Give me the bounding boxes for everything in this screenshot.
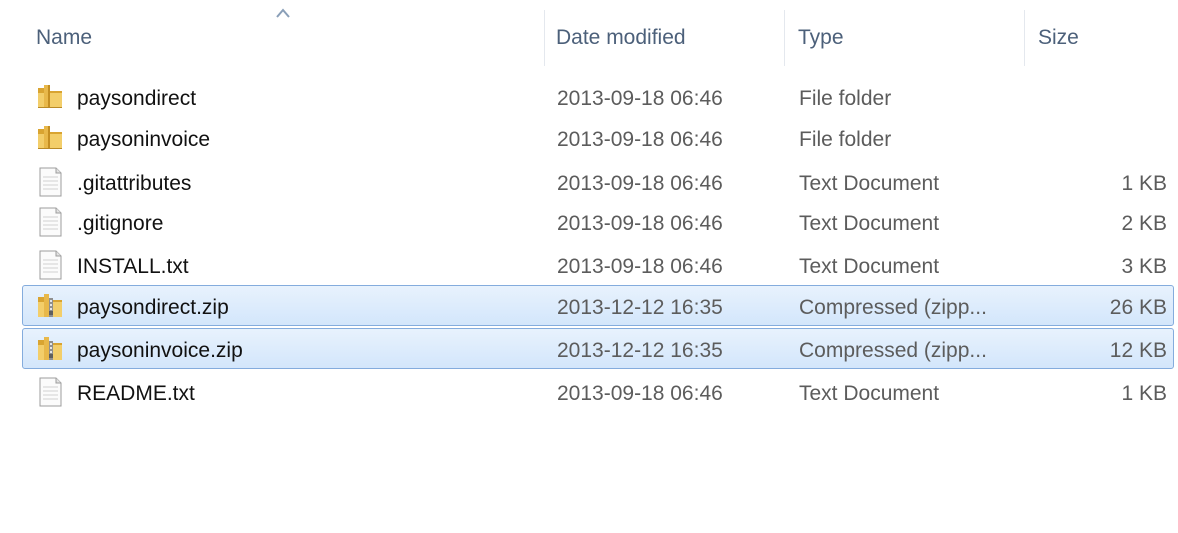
file-date-modified: 2013-09-18 06:46 <box>557 382 723 405</box>
file-size: 1 KB <box>1121 382 1167 405</box>
text-document-icon <box>35 376 65 408</box>
file-size: 2 KB <box>1121 212 1167 235</box>
folder-icon <box>35 81 65 113</box>
zip-folder-icon <box>35 333 65 365</box>
file-type: Text Document <box>799 382 940 405</box>
file-type: File folder <box>799 128 892 151</box>
file-size: 3 KB <box>1121 255 1167 278</box>
file-name: .gitignore <box>77 212 164 235</box>
file-row[interactable]: paysondirect 2013-09-18 06:46 File folder <box>22 76 1174 117</box>
file-name: .gitattributes <box>77 172 192 195</box>
file-date-modified: 2013-09-18 06:46 <box>557 128 723 151</box>
file-name: INSTALL.txt <box>77 255 189 278</box>
column-header-size[interactable]: Size <box>1038 0 1079 74</box>
file-type: Text Document <box>799 255 940 278</box>
file-row[interactable]: .gitignore 2013-09-18 06:46 Text Document 2… <box>22 201 1174 242</box>
file-date-modified: 2013-09-18 06:46 <box>557 255 723 278</box>
file-size: 1 KB <box>1121 172 1167 195</box>
column-header-date-modified[interactable]: Date modified <box>556 0 686 74</box>
zip-folder-icon <box>35 290 65 322</box>
file-type: Text Document <box>799 172 940 195</box>
file-row[interactable]: paysoninvoice.zip 2013-12-12 16:35 Compres… <box>22 328 1174 369</box>
file-name: paysondirect.zip <box>77 296 229 319</box>
file-type: File folder <box>799 87 892 110</box>
file-type: Compressed (zipp... <box>799 339 987 362</box>
file-name: paysondirect <box>77 87 197 110</box>
file-date-modified: 2013-09-18 06:46 <box>557 212 723 235</box>
file-size: 26 KB <box>1109 296 1167 319</box>
folder-icon <box>35 122 65 154</box>
file-row[interactable]: paysondirect.zip 2013-12-12 16:35 Compress… <box>22 285 1174 326</box>
column-header-bar: Name Date modified Type Size <box>0 0 1178 74</box>
file-size: 12 KB <box>1109 339 1167 362</box>
file-name: paysoninvoice <box>77 128 211 151</box>
column-header-name[interactable]: Name <box>36 0 92 74</box>
file-type: Compressed (zipp... <box>799 296 987 319</box>
file-list-view: Name Date modified Type Size paysondirec… <box>0 0 1178 533</box>
file-date-modified: 2013-09-18 06:46 <box>557 172 723 195</box>
file-date-modified: 2013-12-12 16:35 <box>557 296 723 319</box>
text-document-icon <box>35 166 65 198</box>
file-row[interactable]: .gitattributes 2013-09-18 06:46 Text Docum… <box>22 161 1174 202</box>
sort-ascending-icon <box>276 8 290 18</box>
file-type: Text Document <box>799 212 940 235</box>
file-date-modified: 2013-12-12 16:35 <box>557 339 723 362</box>
file-name: paysoninvoice.zip <box>77 339 243 362</box>
file-row[interactable]: README.txt 2013-09-18 06:46 Text Document 1… <box>22 371 1174 412</box>
file-name: README.txt <box>77 382 195 405</box>
column-divider[interactable] <box>784 10 785 66</box>
column-divider[interactable] <box>544 10 545 66</box>
file-row[interactable]: paysoninvoice 2013-09-18 06:46 File folder <box>22 117 1174 158</box>
column-divider[interactable] <box>1024 10 1025 66</box>
text-document-icon <box>35 249 65 281</box>
file-row[interactable]: INSTALL.txt 2013-09-18 06:46 Text Document… <box>22 244 1174 285</box>
text-document-icon <box>35 206 65 238</box>
column-header-type[interactable]: Type <box>798 0 844 74</box>
file-date-modified: 2013-09-18 06:46 <box>557 87 723 110</box>
